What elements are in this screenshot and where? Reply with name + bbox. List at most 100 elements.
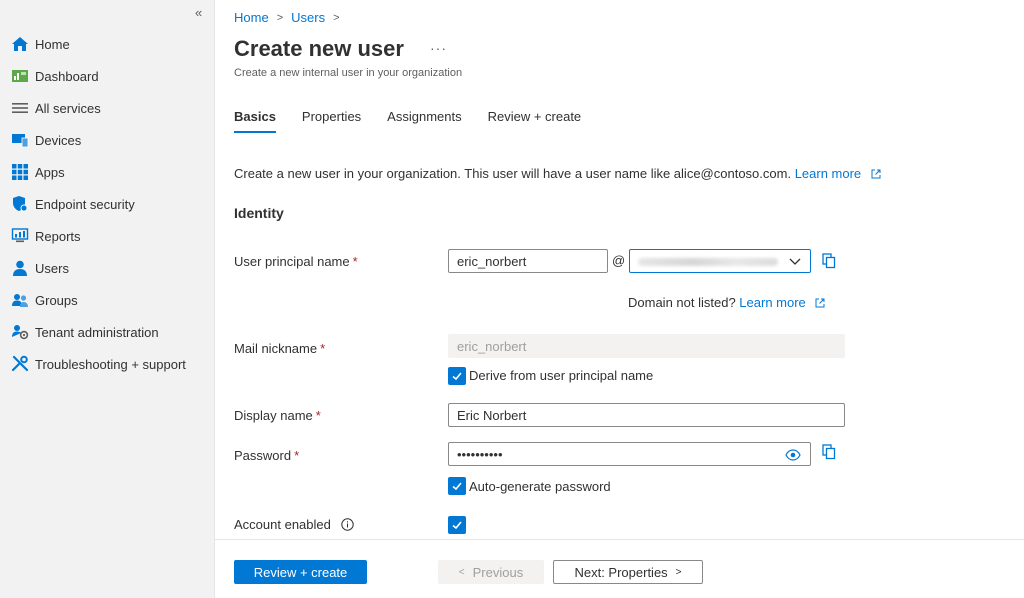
sidebar-item-endpoint-security[interactable]: Endpoint security <box>0 188 215 220</box>
required-mark: * <box>320 341 326 356</box>
reports-icon <box>11 227 29 245</box>
groups-icon <box>11 291 29 309</box>
tab-properties[interactable]: Properties <box>302 109 361 133</box>
checkmark-icon <box>452 521 462 530</box>
sidebar-item-label: Users <box>35 260 69 276</box>
next-label: Next: Properties <box>574 564 668 580</box>
identity-heading: Identity <box>234 205 284 221</box>
display-name-label: Display name * <box>234 408 321 423</box>
intro-description: Create a new user in your organization. … <box>234 166 792 181</box>
domain-dropdown[interactable] <box>629 249 811 273</box>
password-label: Password * <box>234 448 299 463</box>
upn-input[interactable] <box>448 249 608 273</box>
sidebar-item-all-services[interactable]: All services <box>0 92 215 124</box>
next-properties-button[interactable]: Next: Properties > <box>553 560 703 584</box>
breadcrumb-separator: > <box>333 11 340 24</box>
main-content: Home > Users > Create new user ··· Creat… <box>215 0 1024 598</box>
sidebar-item-label: Tenant administration <box>35 324 159 340</box>
chevron-left-icon: < <box>458 566 465 578</box>
copy-upn-icon[interactable] <box>822 253 836 269</box>
domain-value-redacted <box>638 258 778 266</box>
show-password-icon[interactable] <box>785 448 801 462</box>
dashboard-icon <box>11 67 29 85</box>
page-title: Create new user <box>234 36 404 61</box>
page-subtitle: Create a new internal user in your organ… <box>234 67 463 79</box>
upn-label-text: User principal name <box>234 254 350 269</box>
wrench-icon <box>11 355 29 373</box>
more-options-button[interactable]: ··· <box>430 40 447 56</box>
previous-label: Previous <box>472 564 524 580</box>
sidebar-item-label: Home <box>35 36 70 52</box>
derive-from-upn-label: Derive from user principal name <box>469 368 654 383</box>
sidebar-item-label: Groups <box>35 292 78 308</box>
mail-label-text: Mail nickname <box>234 341 318 356</box>
sidebar-item-label: All services <box>35 100 101 116</box>
sidebar-item-label: Reports <box>35 228 81 244</box>
checkmark-icon <box>452 372 462 381</box>
home-icon <box>11 35 29 53</box>
intro-text: Create a new user in your organization. … <box>234 166 881 181</box>
sidebar-item-label: Dashboard <box>35 68 99 84</box>
sidebar-item-reports[interactable]: Reports <box>0 220 215 252</box>
password-label-text: Password <box>234 448 292 463</box>
account-enabled-label: Account enabled <box>234 517 355 532</box>
breadcrumb-home-link[interactable]: Home <box>234 10 269 25</box>
sidebar-item-label: Devices <box>35 132 82 148</box>
external-link-icon <box>815 298 825 308</box>
domain-note-text: Domain not listed? <box>628 295 736 310</box>
sidebar-item-label: Endpoint security <box>35 196 135 212</box>
auto-generate-password-label: Auto-generate password <box>469 479 611 494</box>
devices-icon <box>11 131 29 149</box>
account-enabled-checkbox[interactable] <box>448 516 466 534</box>
breadcrumb-users-link[interactable]: Users <box>291 10 325 25</box>
sidebar-item-apps[interactable]: Apps <box>0 156 215 188</box>
user-icon <box>11 259 29 277</box>
upn-label: User principal name * <box>234 254 358 269</box>
list-icon <box>11 99 29 117</box>
sidebar-item-dashboard[interactable]: Dashboard <box>0 60 215 92</box>
sidebar: « Home Dashboard All services Devices Ap… <box>0 0 215 598</box>
password-input[interactable] <box>448 442 811 466</box>
breadcrumb-separator: > <box>276 11 284 24</box>
apps-icon <box>11 163 29 181</box>
sidebar-item-groups[interactable]: Groups <box>0 284 215 316</box>
copy-password-icon[interactable] <box>822 444 836 460</box>
previous-button: < Previous <box>438 560 544 584</box>
tab-assignments[interactable]: Assignments <box>387 109 461 133</box>
mail-nickname-input <box>448 334 845 358</box>
sidebar-item-home[interactable]: Home <box>0 28 215 60</box>
domain-note: Domain not listed? Learn more <box>628 295 825 310</box>
breadcrumb: Home > Users > <box>234 10 348 25</box>
display-label-text: Display name <box>234 408 313 423</box>
tab-review-create[interactable]: Review + create <box>488 109 582 133</box>
sidebar-nav: Home Dashboard All services Devices Apps <box>0 28 215 380</box>
sidebar-item-label: Apps <box>35 164 65 180</box>
review-create-button[interactable]: Review + create <box>234 560 367 584</box>
domain-learn-more-link[interactable]: Learn more <box>739 295 805 310</box>
chevron-down-icon <box>789 258 801 265</box>
mail-nickname-label: Mail nickname * <box>234 341 325 356</box>
info-icon[interactable] <box>341 518 355 531</box>
learn-more-link[interactable]: Learn more <box>795 166 861 181</box>
collapse-sidebar-icon[interactable]: « <box>195 5 202 20</box>
checkmark-icon <box>452 482 462 491</box>
wizard-footer: Review + create < Previous Next: Properti… <box>215 539 1024 598</box>
auto-generate-password-checkbox[interactable] <box>448 477 466 495</box>
sidebar-item-troubleshooting[interactable]: Troubleshooting + support <box>0 348 215 380</box>
sidebar-item-tenant-administration[interactable]: Tenant administration <box>0 316 215 348</box>
wizard-tabs: Basics Properties Assignments Review + c… <box>234 109 607 133</box>
sidebar-item-label: Troubleshooting + support <box>35 356 186 372</box>
shield-icon <box>11 195 29 213</box>
tab-basics[interactable]: Basics <box>234 109 276 133</box>
sidebar-item-devices[interactable]: Devices <box>0 124 215 156</box>
sidebar-item-users[interactable]: Users <box>0 252 215 284</box>
account-enabled-text: Account enabled <box>234 517 331 532</box>
external-link-icon <box>871 169 881 179</box>
display-name-input[interactable] <box>448 403 845 427</box>
required-mark: * <box>315 408 321 423</box>
required-mark: * <box>352 254 358 269</box>
chevron-right-icon: > <box>675 566 682 578</box>
required-mark: * <box>294 448 300 463</box>
derive-from-upn-checkbox[interactable] <box>448 367 466 385</box>
at-symbol: @ <box>612 253 626 268</box>
